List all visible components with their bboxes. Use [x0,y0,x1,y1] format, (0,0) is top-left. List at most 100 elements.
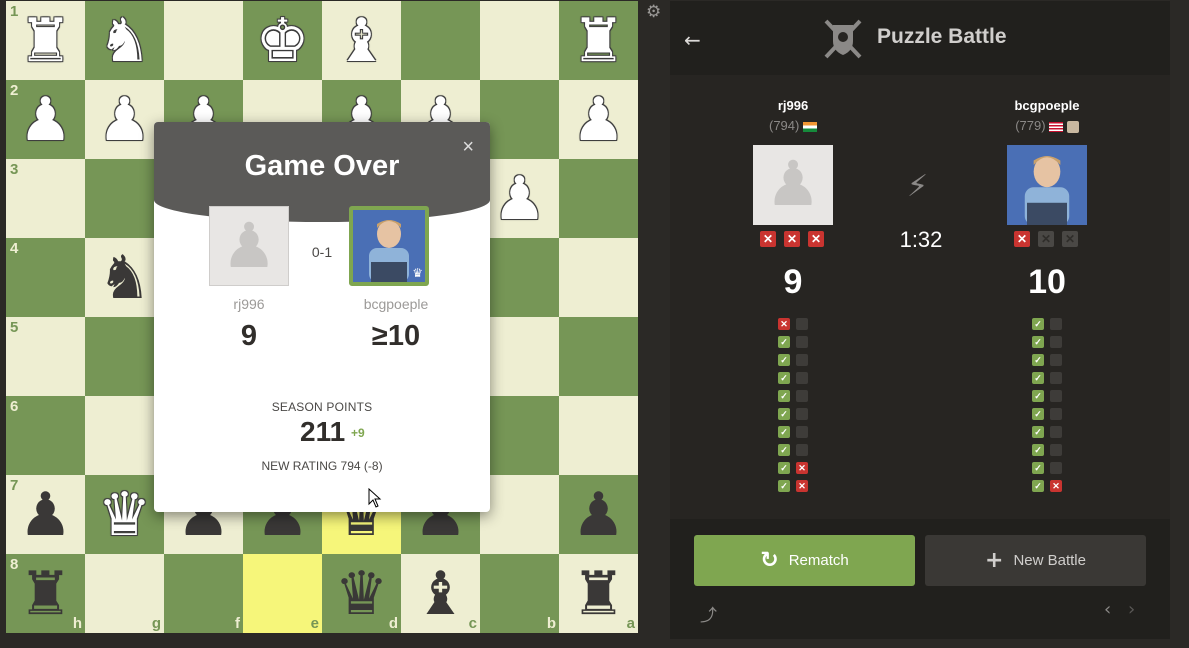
square-e8[interactable]: e [243,554,322,633]
check-icon[interactable]: ✓ [778,390,790,402]
white-bishop-icon[interactable]: ♝ [335,11,389,71]
white-rook-icon[interactable]: ♜ [19,11,73,71]
white-pawn-icon[interactable]: ♟ [493,169,547,229]
check-icon[interactable]: ✓ [1032,390,1044,402]
check-icon[interactable]: ✓ [1032,354,1044,366]
square-g3[interactable] [85,159,164,238]
square-b8[interactable]: b [480,554,559,633]
square-a1[interactable]: ♜ [559,1,638,80]
white-pawn-icon[interactable]: ♟ [572,90,626,150]
square-h5[interactable]: 5 [6,317,85,396]
white-knight-icon[interactable]: ♞ [98,11,152,71]
square-a2[interactable]: ♟ [559,80,638,159]
white-pawn-icon[interactable]: ♟ [19,90,73,150]
share-icon[interactable]: ⤴ [700,601,717,626]
square-f8[interactable]: f [164,554,243,633]
square-g7[interactable]: ♛ [85,475,164,554]
close-icon[interactable]: × [462,136,474,159]
black-bishop-icon[interactable]: ♝ [414,564,468,624]
timer: 1:32 [899,227,943,252]
check-icon[interactable]: ✓ [778,462,790,474]
square-b7[interactable] [480,475,559,554]
check-icon[interactable]: ✓ [778,372,790,384]
square-g6[interactable] [85,396,164,475]
white-queen-icon[interactable]: ♛ [98,485,152,545]
white-king-icon[interactable]: ♚ [256,11,310,71]
square-b4[interactable] [480,238,559,317]
result-row: ✓ [1032,462,1062,474]
result-row: ✓ [778,354,808,366]
player1-rating-value: (794) [769,118,800,133]
square-b5[interactable] [480,317,559,396]
check-icon[interactable]: ✓ [1032,372,1044,384]
white-rook-icon[interactable]: ♜ [572,11,626,71]
player2-rating: (779) [967,118,1127,133]
chevron-left-icon[interactable]: ‹ [1104,599,1111,620]
black-knight-icon[interactable]: ♞ [98,248,152,308]
check-icon[interactable]: ✓ [778,336,790,348]
black-pawn-icon[interactable]: ♟ [19,485,73,545]
white-pawn-icon[interactable]: ♟ [98,90,152,150]
check-icon[interactable]: ✓ [1032,318,1044,330]
square-b1[interactable] [480,1,559,80]
check-icon[interactable]: ✓ [778,480,790,492]
check-icon[interactable]: ✓ [1032,480,1044,492]
check-icon[interactable]: ✓ [1032,426,1044,438]
player1-name[interactable]: rj996 [713,98,873,113]
square-d1[interactable]: ♝ [322,1,401,80]
chevron-right-icon[interactable]: › [1128,599,1135,620]
square-h2[interactable]: ♟ 2 [6,80,85,159]
black-rook-icon[interactable]: ♜ [572,564,626,624]
square-g1[interactable]: ♞ [85,1,164,80]
square-g5[interactable] [85,317,164,396]
cross-icon[interactable]: ✕ [778,318,790,330]
square-a5[interactable] [559,317,638,396]
check-icon[interactable]: ✓ [1032,336,1044,348]
check-icon[interactable]: ✓ [1032,462,1044,474]
square-c8[interactable]: ♝ c [401,554,480,633]
player1-score: 9 [240,320,258,352]
empty-result [796,408,808,420]
square-f1[interactable] [164,1,243,80]
arrow-left-icon[interactable]: ← [684,28,701,52]
check-icon[interactable]: ✓ [1032,444,1044,456]
square-b6[interactable] [480,396,559,475]
gear-icon[interactable]: ⚙ [646,4,662,21]
square-a4[interactable] [559,238,638,317]
square-b3[interactable]: ♟ [480,159,559,238]
cross-icon[interactable]: ✕ [796,462,808,474]
cross-icon[interactable]: ✕ [796,480,808,492]
square-a7[interactable]: ♟ [559,475,638,554]
square-h1[interactable]: ♜ 1 [6,1,85,80]
check-icon[interactable]: ✓ [778,408,790,420]
black-pawn-icon[interactable]: ♟ [572,485,626,545]
check-icon[interactable]: ✓ [778,426,790,438]
square-h7[interactable]: ♟ 7 [6,475,85,554]
square-h8[interactable]: ♜ 8 h [6,554,85,633]
check-icon[interactable]: ✓ [778,354,790,366]
square-h4[interactable]: 4 [6,238,85,317]
check-icon[interactable]: ✓ [778,444,790,456]
square-g2[interactable]: ♟ [85,80,164,159]
result-row: ✓ [778,372,808,384]
check-icon[interactable]: ✓ [1032,408,1044,420]
black-queen-icon[interactable]: ♛ [335,564,389,624]
square-a8[interactable]: ♜ a [559,554,638,633]
rematch-button[interactable]: ↻ Rematch [694,535,915,586]
cross-icon[interactable]: ✕ [1050,480,1062,492]
black-rook-icon[interactable]: ♜ [19,564,73,624]
square-g8[interactable]: g [85,554,164,633]
square-c1[interactable] [401,1,480,80]
strike-icon: ✕ [760,231,776,247]
square-e1[interactable]: ♚ [243,1,322,80]
square-g4[interactable]: ♞ [85,238,164,317]
square-d8[interactable]: ♛ d [322,554,401,633]
square-a6[interactable] [559,396,638,475]
square-b2[interactable] [480,80,559,159]
new-battle-button[interactable]: + New Battle [925,535,1146,586]
square-h6[interactable]: 6 [6,396,85,475]
square-a3[interactable] [559,159,638,238]
player2-name[interactable]: bcgpoeple [967,98,1127,113]
square-h3[interactable]: 3 [6,159,85,238]
empty-result [1050,462,1062,474]
